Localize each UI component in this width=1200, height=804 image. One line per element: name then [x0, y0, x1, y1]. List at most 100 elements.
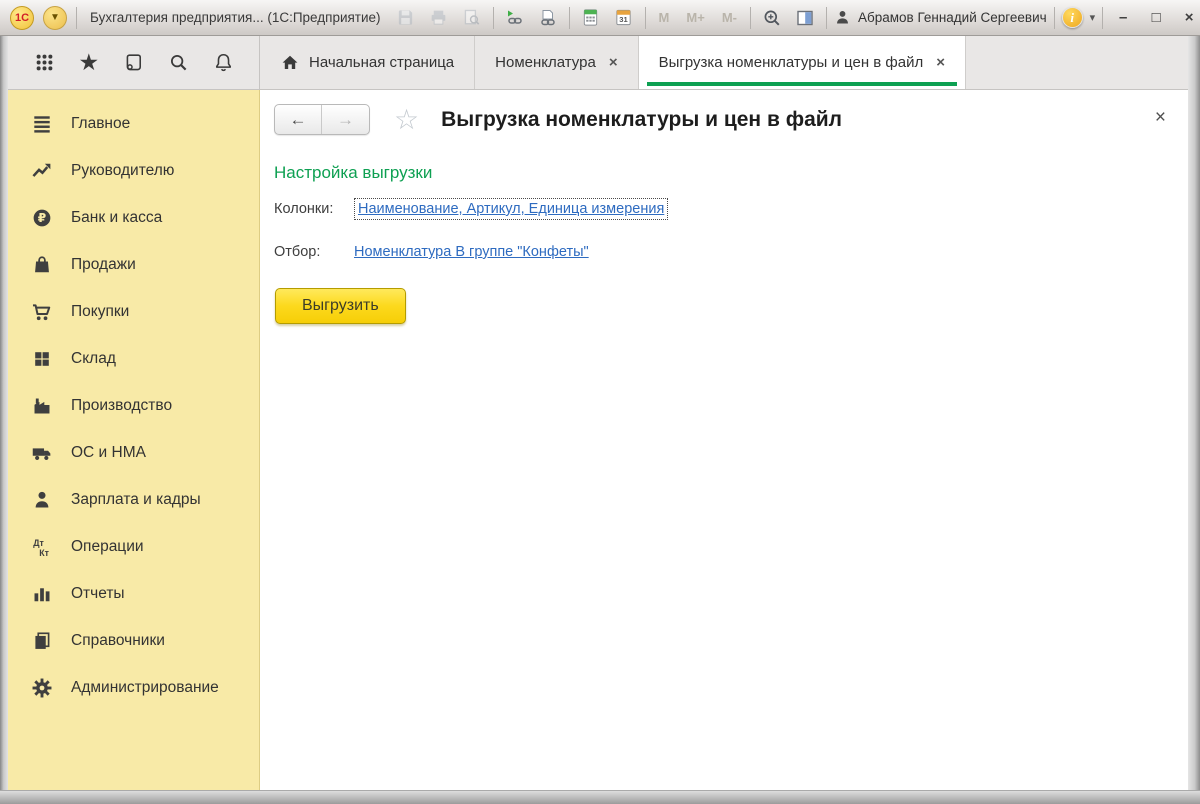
tab-close-icon[interactable]: ×: [609, 54, 618, 71]
page-title: Выгрузка номенклатуры и цен в файл: [441, 108, 842, 132]
trend-arrow-icon: [30, 159, 53, 182]
get-link-icon[interactable]: [536, 6, 560, 30]
section-heading: Настройка выгрузки: [274, 163, 1168, 183]
tab-label: Номенклатура: [495, 54, 596, 71]
star-glyph: ★: [78, 51, 99, 74]
separator: [493, 7, 494, 29]
sidebar-item-reports[interactable]: Отчеты: [8, 570, 259, 617]
history-icon[interactable]: [122, 51, 146, 75]
svg-text:₽: ₽: [37, 211, 45, 225]
memory-plus-button: M+: [682, 10, 708, 25]
sidebar-item-administration[interactable]: Администрирование: [8, 664, 259, 711]
sidebar-item-main[interactable]: Главное: [8, 100, 259, 147]
sidebar-item-purchases[interactable]: Покупки: [8, 288, 259, 335]
add-favorite-star-icon[interactable]: ☆: [394, 106, 419, 134]
forward-button[interactable]: →: [322, 105, 369, 134]
tab-home[interactable]: Начальная страница: [260, 36, 475, 89]
minimize-button[interactable]: –: [1110, 9, 1136, 26]
application-window: 1С ▼ Бухгалтерия предприятия... (1С:Пред…: [0, 0, 1200, 804]
window-border-right: [1188, 36, 1200, 804]
cart-icon: [30, 300, 53, 323]
sidebar-item-salary-hr[interactable]: Зарплата и кадры: [8, 476, 259, 523]
close-window-button[interactable]: ×: [1176, 9, 1200, 26]
memory-recall-button: M: [655, 10, 674, 25]
user-info[interactable]: Абрамов Геннадий Сергеевич i ▾ – □ ×: [826, 7, 1200, 29]
close-form-icon[interactable]: ×: [1155, 108, 1166, 127]
tab-export-nomenclature[interactable]: Выгрузка номенклатуры и цен в файл ×: [639, 36, 966, 89]
main-menu-dropdown-button[interactable]: ▼: [43, 6, 67, 30]
sidebar-item-label: ОС и НМА: [71, 444, 146, 462]
sidebar-item-label: Продажи: [71, 256, 136, 274]
home-icon: [280, 53, 300, 73]
favorites-star-icon[interactable]: ★: [77, 51, 101, 75]
back-button[interactable]: ←: [275, 105, 322, 134]
svg-text:Дт: Дт: [33, 537, 44, 547]
work-area: Главное Руководителю ₽ Банк и касса Прод…: [8, 90, 1188, 790]
info-caret-icon[interactable]: ▾: [1090, 11, 1096, 24]
columns-link[interactable]: Наименование, Артикул, Единица измерения: [358, 201, 664, 217]
sections-grid-icon[interactable]: [32, 51, 56, 75]
columns-row: Колонки: Наименование, Артикул, Единица …: [274, 198, 1168, 220]
sidebar-item-label: Производство: [71, 397, 172, 415]
goto-link-icon[interactable]: [503, 6, 527, 30]
tab-label: Выгрузка номенклатуры и цен в файл: [659, 54, 924, 71]
sidebar-item-label: Администрирование: [71, 679, 219, 697]
shopping-bag-icon: [30, 253, 53, 276]
filter-link[interactable]: Номенклатура В группе "Конфеты": [354, 244, 589, 260]
separator: [750, 7, 751, 29]
tab-nomenclature[interactable]: Номенклатура ×: [475, 36, 638, 89]
maximize-button[interactable]: □: [1143, 9, 1169, 26]
window-border-bottom: [0, 790, 1200, 804]
sidebar-item-label: Покупки: [71, 303, 129, 321]
export-button[interactable]: Выгрузить: [275, 288, 406, 324]
warehouse-boxes-icon: [30, 347, 53, 370]
info-icon[interactable]: i: [1062, 7, 1083, 28]
1c-logo-icon: 1С: [10, 6, 34, 30]
sidebar-item-operations[interactable]: ДтКт Операции: [8, 523, 259, 570]
print-preview-icon: [460, 6, 484, 30]
caret-down-icon: ▼: [50, 12, 60, 23]
sidebar-item-label: Отчеты: [71, 585, 125, 603]
form-export-nomenclature: ← → ☆ Выгрузка номенклатуры и цен в файл…: [260, 90, 1188, 790]
sidebar-item-bank-cash[interactable]: ₽ Банк и касса: [8, 194, 259, 241]
search-icon[interactable]: [166, 51, 190, 75]
sections-sidebar: Главное Руководителю ₽ Банк и касса Прод…: [8, 90, 260, 790]
separator: [1054, 7, 1055, 29]
columns-link-focus: Наименование, Артикул, Единица измерения: [354, 198, 668, 220]
split-window-icon[interactable]: [793, 6, 817, 30]
calculator-icon[interactable]: [579, 6, 603, 30]
truck-icon: [30, 441, 53, 464]
sidebar-item-warehouse[interactable]: Склад: [8, 335, 259, 382]
sidebar-item-sales[interactable]: Продажи: [8, 241, 259, 288]
memory-minus-button: M-: [718, 10, 741, 25]
sidebar-item-label: Справочники: [71, 632, 165, 650]
books-icon: [30, 629, 53, 652]
sidebar-item-fixed-assets[interactable]: ОС и НМА: [8, 429, 259, 476]
window-border-left: [0, 36, 8, 804]
sidebar-item-directories[interactable]: Справочники: [8, 617, 259, 664]
ruble-circle-icon: ₽: [30, 206, 53, 229]
save-icon: [394, 6, 418, 30]
separator: [76, 7, 77, 29]
sidebar-item-production[interactable]: Производство: [8, 382, 259, 429]
tab-label: Начальная страница: [309, 54, 454, 71]
info-glyph: i: [1070, 10, 1074, 26]
tab-bar: ★ Начальная страница Номенклатура × Выгр…: [8, 36, 1188, 90]
tab-close-icon[interactable]: ×: [936, 54, 945, 71]
sidebar-item-manager[interactable]: Руководителю: [8, 147, 259, 194]
notifications-bell-icon[interactable]: [211, 51, 235, 75]
form-header: ← → ☆ Выгрузка номенклатуры и цен в файл: [274, 104, 1168, 135]
print-icon: [427, 6, 451, 30]
calendar-day-label: 31: [619, 15, 628, 24]
separator: [1102, 7, 1103, 29]
user-icon: [834, 9, 851, 26]
gear-icon: [30, 676, 53, 699]
separator: [569, 7, 570, 29]
calendar-icon[interactable]: 31: [612, 6, 636, 30]
menu-icon: [30, 112, 53, 135]
filter-row: Отбор: Номенклатура В группе "Конфеты": [274, 244, 1168, 260]
zoom-icon[interactable]: [760, 6, 784, 30]
user-name: Абрамов Геннадий Сергеевич: [858, 10, 1047, 25]
app-title: Бухгалтерия предприятия... (1С:Предприят…: [90, 10, 381, 25]
sidebar-item-label: Операции: [71, 538, 144, 556]
